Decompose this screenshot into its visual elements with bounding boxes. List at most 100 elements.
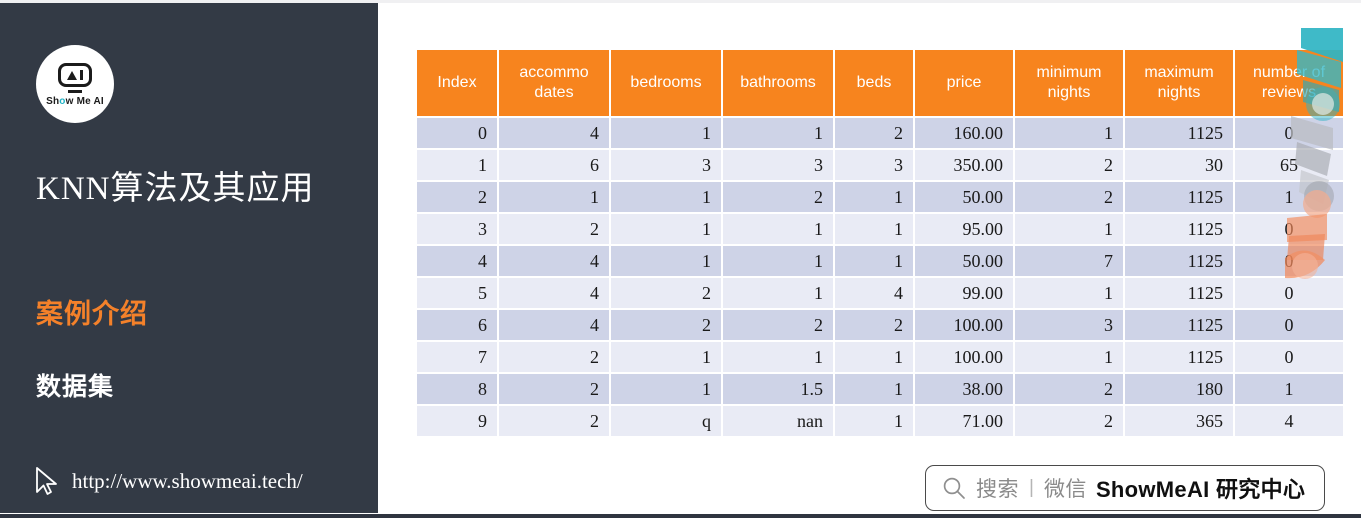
footer-link[interactable]: http://www.showmeai.tech/ bbox=[32, 465, 303, 497]
cell-minimum-nights: 2 bbox=[1015, 150, 1123, 180]
section-title: 案例介绍 bbox=[36, 299, 148, 329]
column-header-accommodates[interactable]: accommo dates bbox=[499, 50, 609, 116]
showmeai-logo: Show Me AI bbox=[36, 45, 114, 123]
cell-maximum-nights: 30 bbox=[1125, 150, 1233, 180]
cell-price: 50.00 bbox=[915, 246, 1013, 276]
table-row: 7 2 1 1 1 100.00 1 1125 0 bbox=[417, 342, 1343, 372]
dataframe-table-container: Index accommo dates bedrooms bathrooms b… bbox=[415, 48, 1345, 438]
cell-beds: 3 bbox=[835, 150, 913, 180]
cell-index: 2 bbox=[417, 182, 497, 212]
cell-beds: 2 bbox=[835, 118, 913, 148]
cell-index: 7 bbox=[417, 342, 497, 372]
cell-price: 50.00 bbox=[915, 182, 1013, 212]
sub-section-title: 数据集 bbox=[36, 373, 115, 401]
logo-wordmark: Show Me AI bbox=[46, 96, 104, 107]
column-header-bathrooms[interactable]: bathrooms bbox=[723, 50, 833, 116]
cell-price: 100.00 bbox=[915, 342, 1013, 372]
logo-wordmark-part1: Sh bbox=[46, 96, 60, 107]
cell-index: 4 bbox=[417, 246, 497, 276]
cell-bedrooms: 1 bbox=[611, 342, 721, 372]
cell-index: 8 bbox=[417, 374, 497, 404]
cell-bedrooms: 1 bbox=[611, 182, 721, 212]
cell-maximum-nights: 1125 bbox=[1125, 342, 1233, 372]
cell-bathrooms: 2 bbox=[723, 182, 833, 212]
column-header-number-of-reviews[interactable]: number of reviews bbox=[1235, 50, 1343, 116]
cell-number-of-reviews: 0 bbox=[1235, 118, 1343, 148]
cell-accommodates: 2 bbox=[499, 342, 609, 372]
cell-number-of-reviews: 0 bbox=[1235, 342, 1343, 372]
cell-beds: 1 bbox=[835, 246, 913, 276]
table-row: 5 4 2 1 4 99.00 1 1125 0 bbox=[417, 278, 1343, 308]
robot-head-icon bbox=[58, 63, 92, 87]
cell-price: 71.00 bbox=[915, 406, 1013, 436]
cursor-pointer-icon bbox=[36, 467, 57, 495]
search-separator: | bbox=[1029, 477, 1034, 498]
search-icon bbox=[943, 477, 965, 499]
cell-bedrooms: 1 bbox=[611, 214, 721, 244]
footer-url-text: http://www.showmeai.tech/ bbox=[72, 468, 303, 493]
table-row: 9 2 q nan 1 71.00 2 365 4 bbox=[417, 406, 1343, 436]
table-row: 3 2 1 1 1 95.00 1 1125 0 bbox=[417, 214, 1343, 244]
table-body: 0 4 1 1 2 160.00 1 1125 0 1 6 3 3 3 350.00 2 30 65 2 1 1 2 1 50… bbox=[417, 118, 1343, 436]
cell-index: 1 bbox=[417, 150, 497, 180]
cell-maximum-nights: 1125 bbox=[1125, 118, 1233, 148]
logo-wordmark-part2: w Me AI bbox=[65, 96, 104, 107]
cell-price: 100.00 bbox=[915, 310, 1013, 340]
cell-index: 5 bbox=[417, 278, 497, 308]
cell-accommodates: 1 bbox=[499, 182, 609, 212]
wechat-search-bar[interactable]: 搜索 | 微信 ShowMeAI 研究中心 bbox=[925, 465, 1325, 511]
bottom-divider bbox=[0, 514, 1361, 518]
robot-neck-icon bbox=[68, 90, 82, 93]
cell-bathrooms: 1 bbox=[723, 118, 833, 148]
cell-maximum-nights: 1125 bbox=[1125, 182, 1233, 212]
column-header-beds[interactable]: beds bbox=[835, 50, 913, 116]
cell-beds: 4 bbox=[835, 278, 913, 308]
cell-maximum-nights: 1125 bbox=[1125, 214, 1233, 244]
cell-index: 3 bbox=[417, 214, 497, 244]
cell-maximum-nights: 365 bbox=[1125, 406, 1233, 436]
cell-minimum-nights: 2 bbox=[1015, 374, 1123, 404]
cell-price: 99.00 bbox=[915, 278, 1013, 308]
search-brand-query: ShowMeAI 研究中心 bbox=[1095, 477, 1306, 502]
table-row: 4 4 1 1 1 50.00 7 1125 0 bbox=[417, 246, 1343, 276]
slide-canvas: Show Me AI KNN算法及其应用 案例介绍 数据集 http://www… bbox=[0, 0, 1361, 518]
column-header-price[interactable]: price bbox=[915, 50, 1013, 116]
cell-minimum-nights: 3 bbox=[1015, 310, 1123, 340]
cell-bedrooms: 2 bbox=[611, 310, 721, 340]
cell-bathrooms: 1.5 bbox=[723, 374, 833, 404]
column-header-bedrooms[interactable]: bedrooms bbox=[611, 50, 721, 116]
cell-accommodates: 2 bbox=[499, 374, 609, 404]
cell-price: 95.00 bbox=[915, 214, 1013, 244]
cell-accommodates: 4 bbox=[499, 310, 609, 340]
cell-bathrooms: 1 bbox=[723, 278, 833, 308]
cell-bathrooms: 1 bbox=[723, 342, 833, 372]
cell-index: 9 bbox=[417, 406, 497, 436]
cell-number-of-reviews: 4 bbox=[1235, 406, 1343, 436]
cell-beds: 1 bbox=[835, 182, 913, 212]
cell-bathrooms: nan bbox=[723, 406, 833, 436]
table-row: 8 2 1 1.5 1 38.00 2 180 1 bbox=[417, 374, 1343, 404]
logo-a-glyph bbox=[67, 70, 77, 80]
cell-beds: 2 bbox=[835, 310, 913, 340]
cell-number-of-reviews: 0 bbox=[1235, 246, 1343, 276]
cell-minimum-nights: 7 bbox=[1015, 246, 1123, 276]
cell-accommodates: 4 bbox=[499, 118, 609, 148]
column-header-index[interactable]: Index bbox=[417, 50, 497, 116]
cell-maximum-nights: 1125 bbox=[1125, 278, 1233, 308]
cell-beds: 1 bbox=[835, 374, 913, 404]
cell-bedrooms: q bbox=[611, 406, 721, 436]
cell-accommodates: 4 bbox=[499, 278, 609, 308]
cell-number-of-reviews: 0 bbox=[1235, 310, 1343, 340]
cell-accommodates: 6 bbox=[499, 150, 609, 180]
cell-price: 350.00 bbox=[915, 150, 1013, 180]
column-header-maximum-nights[interactable]: maximum nights bbox=[1125, 50, 1233, 116]
column-header-minimum-nights[interactable]: minimum nights bbox=[1015, 50, 1123, 116]
cell-minimum-nights: 1 bbox=[1015, 278, 1123, 308]
table-row: 6 4 2 2 2 100.00 3 1125 0 bbox=[417, 310, 1343, 340]
cell-minimum-nights: 1 bbox=[1015, 118, 1123, 148]
cell-accommodates: 2 bbox=[499, 214, 609, 244]
table-row: 2 1 1 2 1 50.00 2 1125 1 bbox=[417, 182, 1343, 212]
cell-minimum-nights: 2 bbox=[1015, 182, 1123, 212]
cell-maximum-nights: 180 bbox=[1125, 374, 1233, 404]
sidebar-panel: Show Me AI KNN算法及其应用 案例介绍 数据集 http://www… bbox=[0, 3, 378, 513]
